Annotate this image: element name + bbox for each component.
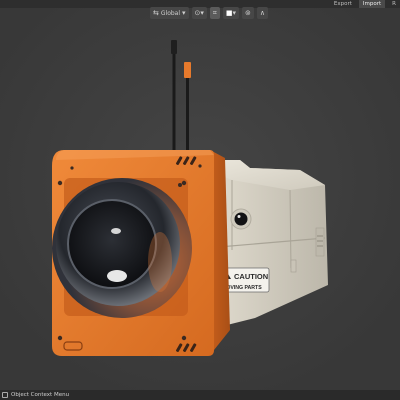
proportional-edit-icon: ⊚ [245, 9, 251, 17]
status-text: Object Context Menu [11, 392, 70, 398]
falloff-button[interactable]: ∧ [256, 7, 269, 19]
tab-r[interactable]: R [388, 0, 400, 8]
orientation-label: Global [160, 9, 181, 17]
tab-export[interactable]: Export [329, 0, 356, 8]
tab-import[interactable]: Import [358, 0, 386, 8]
viewport-toolbar: ⇆ Global ▾ ⊙ ▾ ⌗ ■ ▾ ⊚ ∧ [150, 6, 269, 20]
camera-model-render: CAUTION MOVING PARTS [0, 8, 400, 390]
mouse-icon [2, 392, 8, 398]
camera-lens [52, 178, 192, 318]
snap-target-button[interactable]: ■ ▾ [222, 7, 240, 19]
chevron-down-icon: ▾ [232, 9, 237, 17]
caution-text: CAUTION [234, 272, 268, 281]
transform-orientation-icon: ⇆ [153, 9, 159, 17]
pivot-point-button[interactable]: ⊙ ▾ [191, 7, 207, 19]
snap-icon: ⌗ [212, 9, 217, 17]
snap-target-icon: ■ [225, 9, 233, 17]
status-bar: Object Context Menu [0, 390, 400, 400]
transform-orientation-dropdown[interactable]: ⇆ Global ▾ [150, 7, 189, 19]
chevron-down-icon: ▾ [200, 9, 204, 17]
falloff-icon: ∧ [259, 9, 266, 17]
workspace-tabs: Export Import R [329, 0, 400, 8]
chevron-down-icon: ▾ [182, 9, 186, 17]
3d-viewport[interactable]: CAUTION MOVING PARTS ⇆ Global ▾ ⊙ ▾ ⌗ ■ … [0, 0, 400, 390]
snap-toggle[interactable]: ⌗ [209, 7, 220, 19]
proportional-edit-toggle[interactable]: ⊚ [242, 7, 254, 19]
